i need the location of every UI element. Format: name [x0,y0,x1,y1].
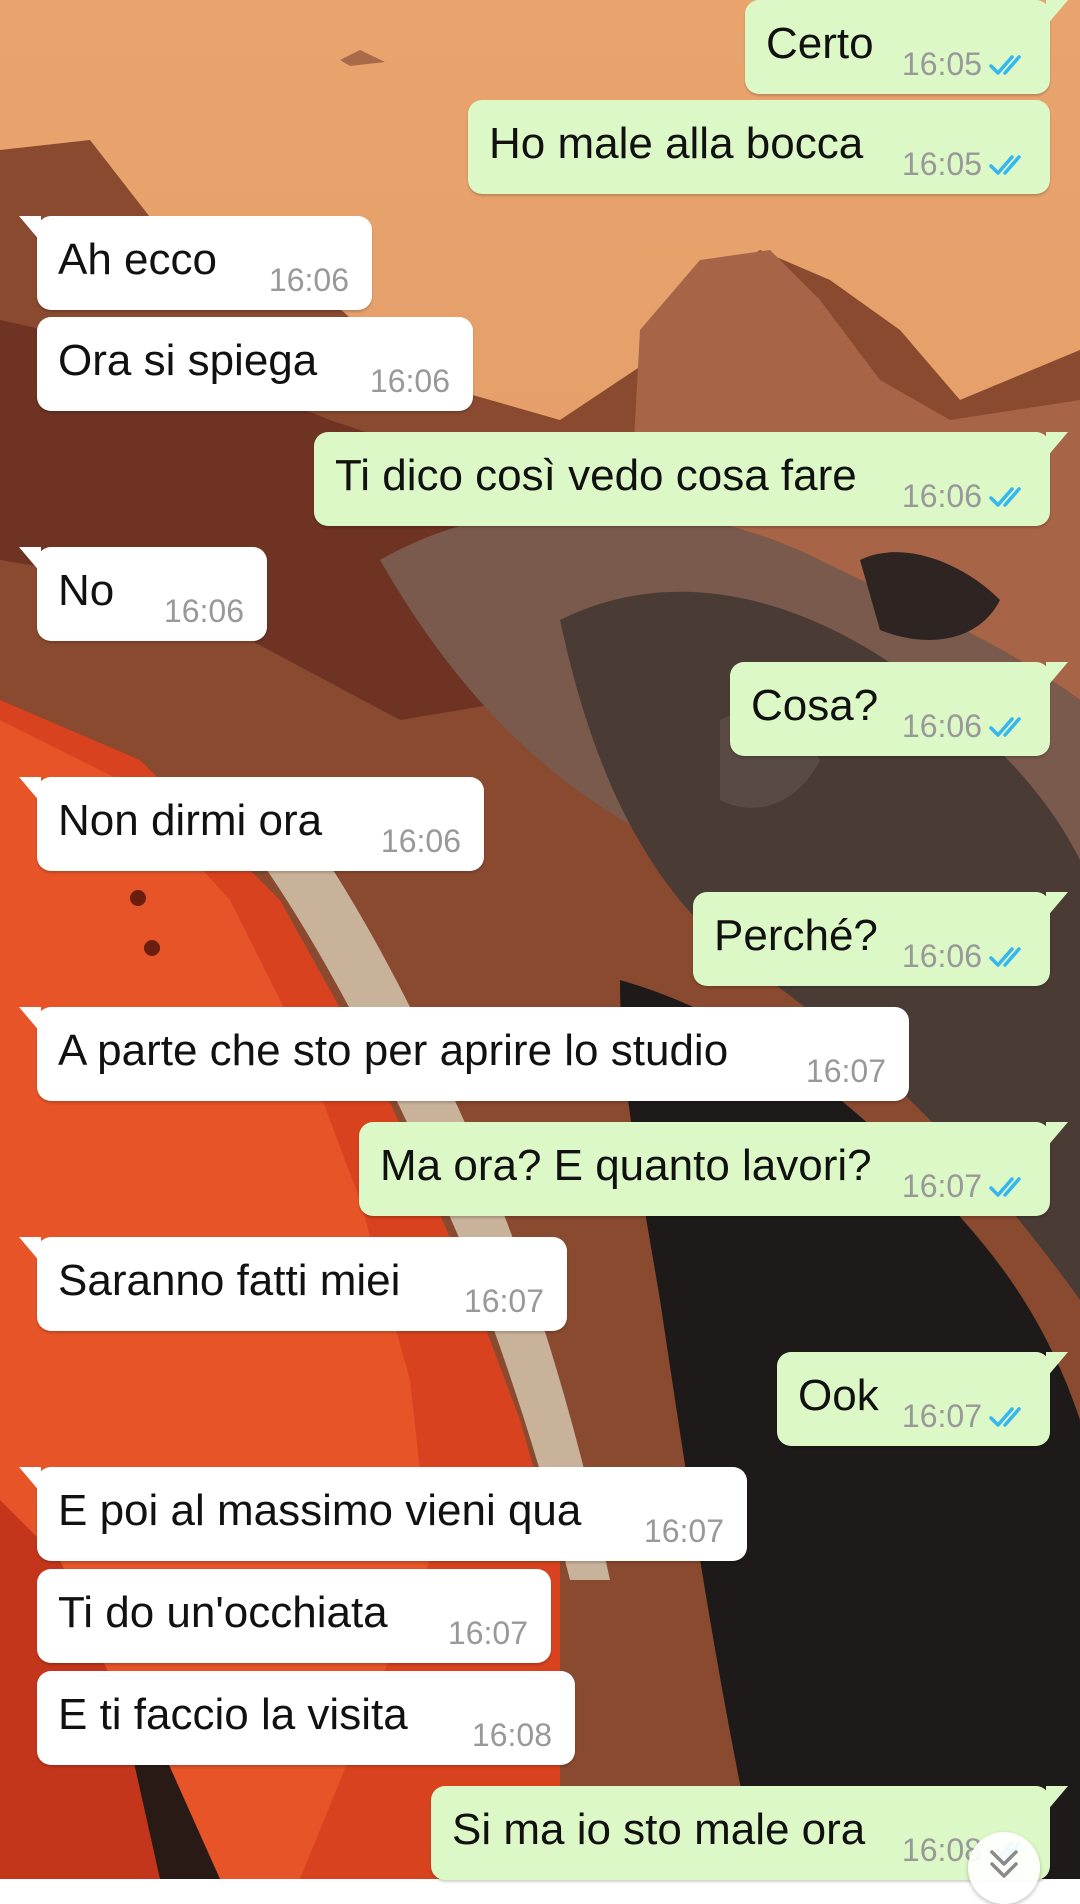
message-text: Ora si spiega [58,336,318,385]
message-text: Si ma io sto male ora [452,1805,866,1854]
message-text: E poi al massimo vieni qua [58,1486,582,1535]
message-text: Cosa? [751,681,879,730]
message-text: Ho male alla bocca [489,119,864,168]
message-time: 16:07 [901,1168,982,1204]
double-check-icon [989,55,1021,75]
message-time: 16:07 [901,1398,982,1434]
scroll-to-bottom-button[interactable] [968,1832,1040,1904]
message-time: 16:07 [447,1615,528,1651]
message-text: A parte che sto per aprire lo studio [58,1026,729,1075]
message-text: E ti faccio la visita [58,1690,408,1739]
message-text: Ti do un'occhiata [58,1588,388,1637]
message-text: Saranno fatti miei [58,1256,401,1305]
message-text: Certo [766,19,874,68]
incoming-message[interactable]: Ti do un'occhiata 16:07 [37,1569,551,1663]
message-time: 16:07 [643,1513,724,1549]
message-text: Ah ecco [58,235,217,284]
double-check-icon [989,155,1021,175]
outgoing-message[interactable]: Ook 16:07 [777,1352,1068,1446]
outgoing-message[interactable]: Ti dico così vedo cosa fare 16:06 [314,432,1068,526]
message-time: 16:06 [380,823,461,859]
message-text: Ma ora? E quanto lavori? [380,1141,872,1190]
chat-messages: Certo 16:05 Ho male alla bocca 16:05 Ah … [0,0,1080,1880]
message-text: Perché? [714,911,878,960]
message-time: 16:06 [163,593,244,629]
message-text: Non dirmi ora [58,796,323,845]
incoming-message[interactable]: No 16:06 [19,547,267,641]
outgoing-message[interactable]: Perché? 16:06 [693,892,1068,986]
double-check-icon [989,487,1021,507]
message-time: 16:08 [471,1717,552,1753]
outgoing-message[interactable]: Ma ora? E quanto lavori? 16:07 [359,1122,1068,1216]
message-time: 16:06 [901,708,982,744]
message-time: 16:06 [369,363,450,399]
incoming-message[interactable]: A parte che sto per aprire lo studio 16:… [19,1007,909,1101]
incoming-message[interactable]: E poi al massimo vieni qua 16:07 [19,1467,747,1561]
incoming-message[interactable]: Saranno fatti miei 16:07 [19,1237,567,1331]
double-check-icon [989,947,1021,967]
double-check-icon [989,717,1021,737]
message-text: No [58,566,115,615]
message-time: 16:07 [805,1053,886,1089]
chevron-double-down-icon [990,1850,1018,1878]
outgoing-message[interactable]: Ho male alla bocca 16:05 [468,100,1050,194]
message-time: 16:07 [463,1283,544,1319]
incoming-message[interactable]: E ti faccio la visita 16:08 [37,1671,575,1765]
message-text: Ti dico così vedo cosa fare [335,451,857,500]
outgoing-message[interactable]: Cosa? 16:06 [730,662,1068,756]
incoming-message[interactable]: Ah ecco 16:06 [19,216,372,310]
outgoing-message[interactable]: Certo 16:05 [745,0,1068,94]
outgoing-message[interactable]: Si ma io sto male ora 16:08 [431,1786,1068,1880]
double-check-icon [989,1407,1021,1427]
message-time: 16:06 [901,478,982,514]
double-check-icon [989,1177,1021,1197]
message-time: 16:06 [268,262,349,298]
message-time: 16:06 [901,938,982,974]
message-text: Ook [798,1371,879,1420]
incoming-message[interactable]: Ora si spiega 16:06 [37,317,473,411]
message-time: 16:05 [901,146,982,182]
incoming-message[interactable]: Non dirmi ora 16:06 [19,777,484,871]
message-time: 16:05 [901,46,982,82]
